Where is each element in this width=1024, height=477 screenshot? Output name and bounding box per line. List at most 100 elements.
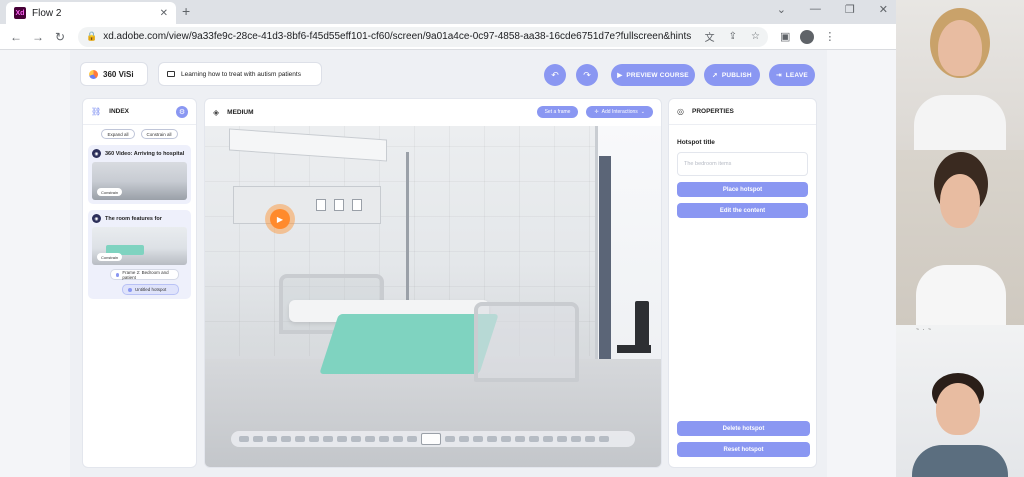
- hotspot-marker[interactable]: ▶: [265, 204, 295, 234]
- delete-hotspot-button[interactable]: Delete hotspot: [677, 421, 810, 436]
- timeline-frame[interactable]: [239, 436, 249, 442]
- timeline-frame[interactable]: [599, 436, 609, 442]
- index-header: ⛓ INDEX ⚙: [83, 99, 196, 125]
- timeline-frame[interactable]: [459, 436, 469, 442]
- timeline-frame[interactable]: [365, 436, 375, 442]
- hotspot-title-input[interactable]: The bedroom items: [677, 152, 808, 176]
- scene-card[interactable]: ◉ The room features for Constrain Frame …: [88, 210, 191, 299]
- timeline-frame[interactable]: [323, 436, 333, 442]
- reset-hotspot-button[interactable]: Reset hotspot: [677, 442, 810, 457]
- timeline-frame[interactable]: [267, 436, 277, 442]
- gear-icon[interactable]: ⚙: [176, 105, 188, 118]
- scene-card[interactable]: ◉ 360 Video: Arriving to hospital Constr…: [88, 145, 191, 204]
- leave-label: LEAVE: [785, 71, 808, 79]
- timeline-frame[interactable]: [253, 436, 263, 442]
- timeline-frame[interactable]: [393, 436, 403, 442]
- add-interactions-button[interactable]: ✛ Add Interactions ⌄: [586, 106, 653, 118]
- share-icon[interactable]: ⇪: [729, 31, 737, 42]
- frame-item[interactable]: Frame 2: Bedroom and patient: [110, 269, 179, 280]
- chair-back: [635, 301, 649, 351]
- publish-label: PUBLISH: [721, 71, 752, 79]
- properties-title: PROPERTIES: [691, 108, 734, 115]
- timeline-frame[interactable]: [379, 436, 389, 442]
- medium-panel: ◈ MEDIUM Set a frame ✛ Add Interactions …: [204, 98, 662, 468]
- reload-icon[interactable]: ↻: [50, 30, 70, 44]
- tab-search-icon[interactable]: ⌄: [777, 3, 786, 16]
- timeline-frame[interactable]: [515, 436, 525, 442]
- sidebar-icon[interactable]: ▣: [780, 30, 790, 43]
- window-controls: ⌄ — ❐ ✕: [777, 3, 888, 16]
- timeline-frame[interactable]: [529, 436, 539, 442]
- close-tab-icon[interactable]: ✕: [160, 8, 168, 19]
- timeline-frame[interactable]: [487, 436, 497, 442]
- publish-button[interactable]: ➚ PUBLISH: [704, 64, 760, 86]
- minimize-icon[interactable]: —: [810, 3, 821, 16]
- url-bar[interactable]: 🔒 xd.adobe.com/view/9a33fe9c-28ce-41d3-8…: [78, 26, 768, 47]
- leave-button[interactable]: ⇥ LEAVE: [769, 64, 815, 86]
- browser-tab[interactable]: Xd Flow 2 ✕: [6, 2, 176, 24]
- whiteboard-scribble: ~ · ~: [916, 327, 932, 333]
- properties-panel: ◎ PROPERTIES Hotspot title The bedroom i…: [668, 98, 817, 468]
- properties-footer: Delete hotspot Reset hotspot: [669, 415, 818, 457]
- timeline-frame[interactable]: [557, 436, 567, 442]
- scene-thumbnail[interactable]: Constrain: [92, 162, 187, 200]
- back-arrow-icon[interactable]: ←: [6, 30, 26, 44]
- preview-course-button[interactable]: ▶ PREVIEW COURSE: [611, 64, 695, 86]
- url-text[interactable]: xd.adobe.com/view/9a33fe9c-28ce-41d3-8bf…: [103, 31, 690, 42]
- constrain-badge[interactable]: Constrain: [97, 253, 123, 261]
- menu-icon[interactable]: ⋮: [824, 30, 835, 43]
- brand-button[interactable]: 360 ViSi: [80, 62, 148, 86]
- timeline-current-frame[interactable]: [421, 433, 441, 445]
- bed-footboard: [474, 302, 579, 382]
- constrain-badge[interactable]: Constrain: [97, 188, 123, 196]
- restore-icon[interactable]: ❐: [845, 3, 855, 16]
- scene-thumbnail[interactable]: Constrain: [92, 227, 187, 265]
- close-window-icon[interactable]: ✕: [879, 3, 888, 16]
- index-title: INDEX: [109, 108, 130, 115]
- participant-video: [896, 0, 1024, 150]
- place-hotspot-button[interactable]: Place hotspot: [677, 182, 808, 197]
- hotspot-dot-icon: [128, 287, 132, 292]
- rocket-icon: ➚: [712, 72, 718, 79]
- scene-number-icon: ◉: [92, 149, 101, 158]
- timeline-frame[interactable]: [473, 436, 483, 442]
- new-tab-button[interactable]: +: [182, 3, 190, 19]
- play-icon: ▶: [617, 72, 623, 79]
- timeline-frame[interactable]: [281, 436, 291, 442]
- add-interactions-label: Add Interactions: [601, 109, 638, 115]
- expand-all-button[interactable]: Expand all: [101, 129, 135, 139]
- redo-icon: ↷: [583, 69, 591, 80]
- redo-button[interactable]: ↷: [576, 64, 598, 86]
- wall-socket: [334, 199, 344, 211]
- frame-timeline[interactable]: [231, 431, 635, 447]
- profile-icon[interactable]: [800, 29, 815, 44]
- timeline-frame[interactable]: [351, 436, 361, 442]
- lock-icon[interactable]: 🔒: [86, 31, 97, 42]
- timeline-frame[interactable]: [295, 436, 305, 442]
- course-title-button[interactable]: Learning how to treat with autism patien…: [158, 62, 322, 86]
- constrain-all-button[interactable]: Constrain all: [140, 129, 178, 139]
- timeline-frame[interactable]: [407, 436, 417, 442]
- timeline-frame[interactable]: [337, 436, 347, 442]
- timeline-frame[interactable]: [543, 436, 553, 442]
- forward-arrow-icon[interactable]: →: [28, 30, 48, 44]
- undo-button[interactable]: ↶: [544, 64, 566, 86]
- timeline-frame[interactable]: [445, 436, 455, 442]
- timeline-frame[interactable]: [571, 436, 581, 442]
- medical-wall-panel: [233, 186, 381, 224]
- app-canvas: 360 ViSi Learning how to treat with auti…: [70, 50, 827, 477]
- hotspot-item[interactable]: Untitled hotspot: [122, 284, 179, 295]
- address-bar: ← → ↻ 🔒 xd.adobe.com/view/9a33fe9c-28ce-…: [0, 24, 896, 50]
- adobe-xd-icon: Xd: [14, 7, 26, 19]
- translate-icon[interactable]: 文: [705, 29, 715, 44]
- bed-sheet: [319, 314, 499, 374]
- timeline-frame[interactable]: [501, 436, 511, 442]
- edit-content-button[interactable]: Edit the content: [677, 203, 808, 218]
- hospital-room-scene[interactable]: ▶: [205, 126, 661, 467]
- set-frame-button[interactable]: Set a frame: [536, 106, 579, 118]
- timeline-frame[interactable]: [585, 436, 595, 442]
- star-icon[interactable]: ☆: [751, 31, 760, 42]
- medium-header: ◈ MEDIUM Set a frame ✛ Add Interactions …: [205, 99, 661, 125]
- hotspot-play-icon[interactable]: ▶: [270, 209, 290, 229]
- timeline-frame[interactable]: [309, 436, 319, 442]
